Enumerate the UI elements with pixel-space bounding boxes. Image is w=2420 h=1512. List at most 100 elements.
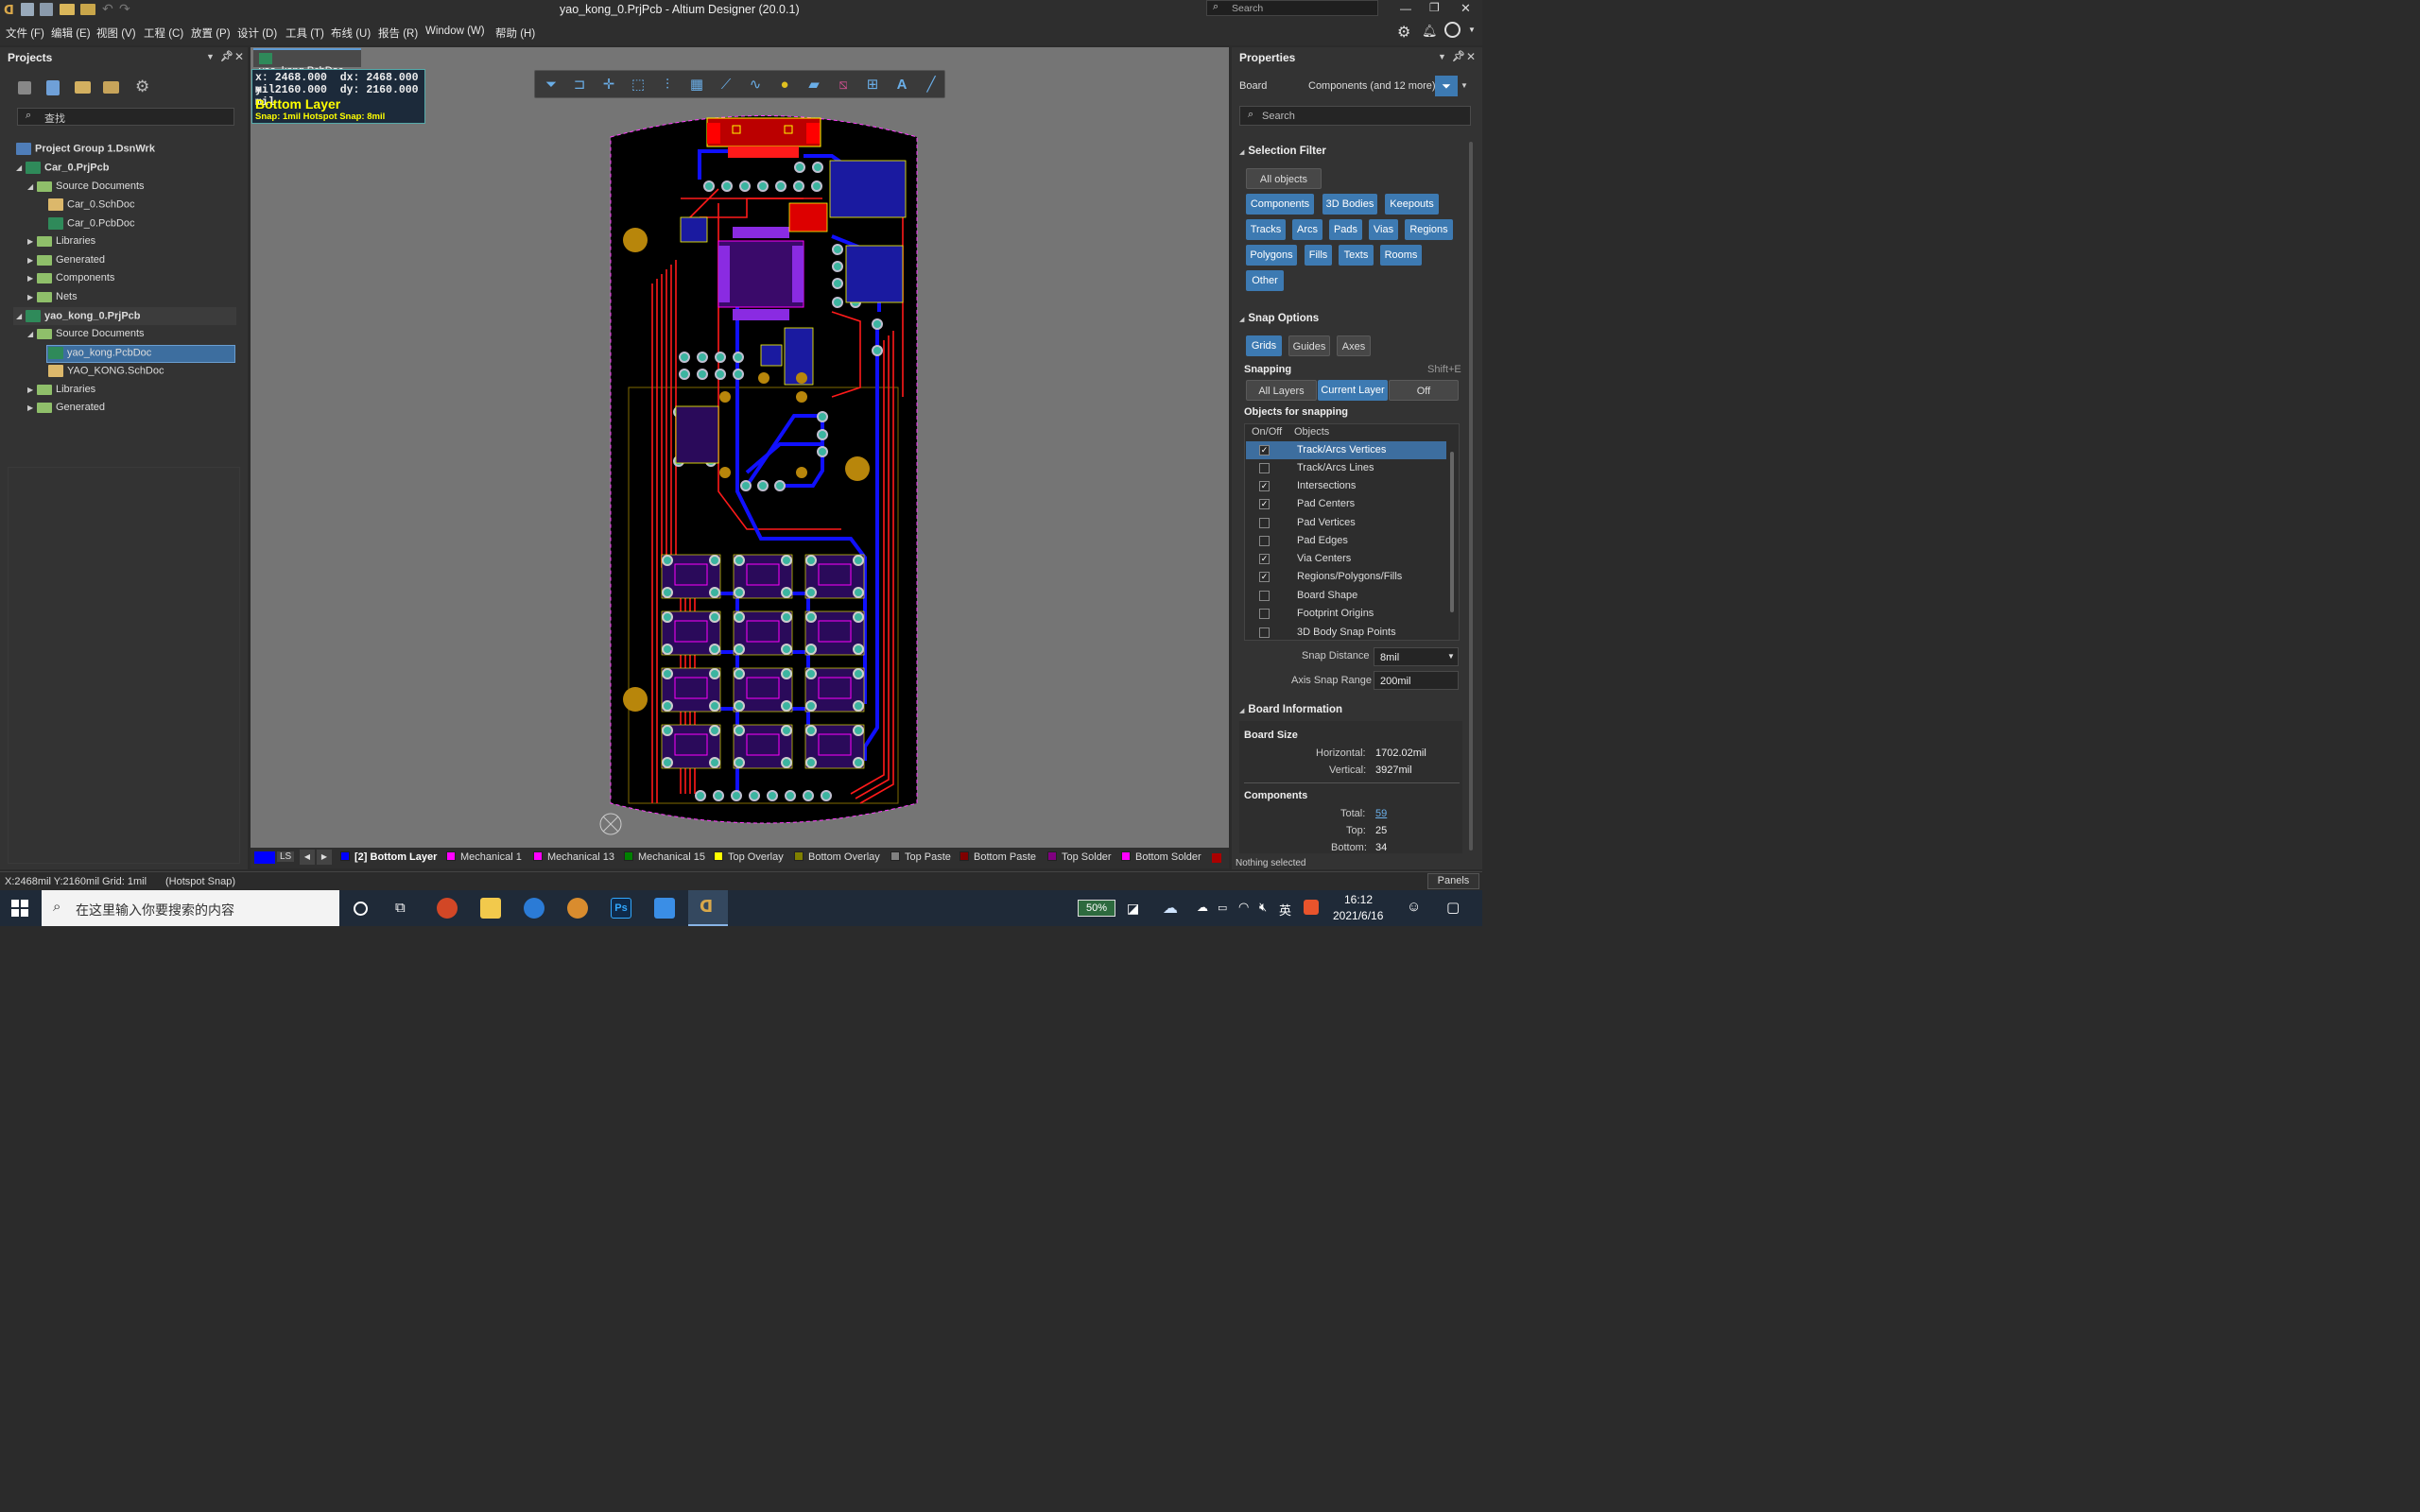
menu-file[interactable]: 文件 (F) bbox=[6, 26, 44, 41]
snap-row[interactable]: ✓ Regions/Polygons/Fills bbox=[1246, 568, 1446, 586]
snap-row[interactable]: ✓ Intersections bbox=[1246, 477, 1446, 495]
settings-gear-icon[interactable]: ⚙ bbox=[135, 77, 149, 96]
news-icon[interactable]: ◪ bbox=[1127, 901, 1139, 917]
pin-icon[interactable]: 📌︎ bbox=[220, 50, 233, 62]
snap-row[interactable]: Board Shape bbox=[1246, 587, 1446, 605]
keepout-icon[interactable]: ⧅ bbox=[835, 77, 852, 94]
selection-filter-heading[interactable]: ◢ Selection Filter bbox=[1239, 146, 1326, 157]
snap-magnet-icon[interactable]: ⊐ bbox=[571, 77, 588, 94]
expand-arrow-icon[interactable]: ▶ bbox=[27, 274, 37, 283]
tree-item-components[interactable]: ▶ Components bbox=[27, 272, 114, 284]
onedrive-icon[interactable]: ☁ bbox=[1163, 899, 1178, 918]
menu-help[interactable]: 帮助 (H) bbox=[495, 26, 535, 41]
bell-icon[interactable]: 🔔︎ bbox=[1422, 24, 1438, 39]
polygon-icon[interactable]: ▰ bbox=[805, 77, 822, 94]
snap-distance-select[interactable]: 8mil ▼ bbox=[1374, 647, 1459, 666]
ime-indicator[interactable]: 英 bbox=[1279, 901, 1291, 919]
menu-view[interactable]: 视图 (V) bbox=[96, 26, 136, 41]
photoshop-icon[interactable]: Ps bbox=[611, 898, 631, 919]
open-icon[interactable] bbox=[60, 4, 75, 15]
layer-tab-top-solder[interactable]: Top Solder bbox=[1047, 851, 1112, 863]
line-icon[interactable]: ╱ bbox=[923, 77, 940, 94]
tree-item-car-pcbdoc[interactable]: Car_0.PcbDoc bbox=[48, 217, 135, 230]
collapse-arrow-icon[interactable]: ◢ bbox=[27, 182, 37, 191]
menu-edit[interactable]: 编辑 (E) bbox=[51, 26, 91, 41]
snap-row[interactable]: ✓ Via Centers bbox=[1246, 550, 1446, 568]
tree-item-generated[interactable]: ▶ Generated bbox=[27, 254, 105, 266]
save-icon[interactable] bbox=[21, 3, 34, 16]
tree-item-yaokong-pcbdoc[interactable]: yao_kong.PcbDoc bbox=[48, 347, 151, 359]
menu-project[interactable]: 工程 (C) bbox=[144, 26, 183, 41]
menu-window[interactable]: Window (W) bbox=[425, 26, 485, 37]
layer-tab-mechanical-15[interactable]: Mechanical 15 bbox=[624, 851, 705, 863]
snap-row-checkbox[interactable] bbox=[1259, 609, 1270, 619]
filter-tracks-button[interactable]: Tracks bbox=[1246, 219, 1286, 240]
properties-search[interactable]: ⌕ Search bbox=[1239, 106, 1471, 126]
current-layer-swatch[interactable] bbox=[254, 851, 275, 864]
collapse-arrow-icon[interactable]: ◢ bbox=[16, 163, 26, 172]
select-rect-icon[interactable]: ⬚ bbox=[630, 77, 647, 94]
filter-fills-button[interactable]: Fills bbox=[1305, 245, 1332, 266]
document-tab[interactable]: yao_kong.PcbDoc bbox=[253, 48, 361, 77]
filter-components-button[interactable]: Components bbox=[1246, 194, 1314, 215]
snap-row-checkbox[interactable]: ✓ bbox=[1259, 481, 1270, 491]
layer-prev-button[interactable]: ◀ bbox=[300, 850, 315, 865]
global-search[interactable]: ⌕ Search bbox=[1206, 0, 1378, 16]
tree-item-yaokong-project[interactable]: ◢ yao_kong_0.PrjPcb bbox=[16, 310, 141, 322]
snap-row[interactable]: Pad Vertices bbox=[1246, 514, 1446, 532]
pin-icon[interactable]: 📌︎ bbox=[1452, 50, 1465, 62]
tree-item-generated-2[interactable]: ▶ Generated bbox=[27, 402, 105, 413]
feedback-icon[interactable]: ☺ bbox=[1407, 899, 1421, 915]
battery-tray-icon[interactable]: ▭ bbox=[1218, 902, 1227, 914]
filter-vias-button[interactable]: Vias bbox=[1369, 219, 1398, 240]
sogou-icon[interactable] bbox=[1304, 900, 1319, 915]
snap-row-checkbox[interactable] bbox=[1259, 463, 1270, 473]
tree-item-libraries[interactable]: ▶ Libraries bbox=[27, 235, 95, 247]
total-value-link[interactable]: 59 bbox=[1375, 808, 1387, 819]
expand-arrow-icon[interactable]: ▶ bbox=[27, 404, 37, 412]
filter-other-button[interactable]: Other bbox=[1246, 270, 1284, 291]
browser-icon[interactable] bbox=[524, 898, 544, 919]
tree-item-car-project[interactable]: ◢ Car_0.PrjPcb bbox=[16, 162, 109, 174]
place-component-icon[interactable]: ▦ bbox=[688, 77, 705, 94]
snap-row-checkbox[interactable] bbox=[1259, 627, 1270, 638]
menu-design[interactable]: 设计 (D) bbox=[237, 26, 277, 41]
panel-close-icon[interactable]: ✕ bbox=[234, 50, 244, 63]
snap-current-layer-button[interactable]: Current Layer bbox=[1318, 380, 1388, 401]
tree-item-libraries-2[interactable]: ▶ Libraries bbox=[27, 384, 95, 395]
filter-pads-button[interactable]: Pads bbox=[1329, 219, 1362, 240]
layer-tab-bottom-solder[interactable]: Bottom Solder bbox=[1121, 851, 1201, 863]
layer-set-button[interactable]: LS bbox=[277, 851, 295, 862]
diff-pair-icon[interactable]: ∿ bbox=[747, 77, 764, 94]
pcb-canvas[interactable] bbox=[251, 47, 1229, 848]
properties-components-label[interactable]: Components (and 12 more) bbox=[1308, 80, 1436, 92]
route-icon[interactable]: ⟋ bbox=[717, 77, 735, 94]
menu-route[interactable]: 布线 (U) bbox=[331, 26, 371, 41]
open-project-icon[interactable] bbox=[80, 4, 95, 15]
cloud-icon[interactable]: ☁ bbox=[1197, 901, 1208, 914]
collapse-arrow-icon[interactable]: ◢ bbox=[27, 330, 37, 338]
save-project-icon[interactable] bbox=[18, 81, 31, 94]
close-icon[interactable]: ✕ bbox=[1461, 1, 1471, 16]
layer-tab-mechanical-13[interactable]: Mechanical 13 bbox=[533, 851, 614, 863]
snap-row-checkbox[interactable] bbox=[1259, 518, 1270, 528]
dimension-icon[interactable]: ⊞ bbox=[864, 77, 881, 94]
projects-search[interactable]: ⌕ 查找 bbox=[17, 108, 234, 126]
phone-app-icon[interactable] bbox=[654, 898, 675, 919]
minimize-icon[interactable]: — bbox=[1400, 2, 1411, 15]
restore-icon[interactable]: ❐ bbox=[1429, 1, 1440, 14]
board-information-heading[interactable]: ◢ Board Information bbox=[1239, 704, 1342, 715]
snap-grids-button[interactable]: Grids bbox=[1246, 335, 1282, 356]
tree-item-yaokong-schdoc[interactable]: YAO_KONG.SchDoc bbox=[48, 365, 164, 377]
filter-3d-bodies-button[interactable]: 3D Bodies bbox=[1322, 194, 1377, 215]
taskbar-search[interactable]: ⌕ 在这里输入你要搜索的内容 bbox=[42, 890, 339, 926]
layer-next-button[interactable]: ▶ bbox=[317, 850, 332, 865]
panel-menu-icon[interactable]: ▼ bbox=[1438, 52, 1446, 61]
pcb-editor[interactable] bbox=[251, 47, 1229, 868]
gear-icon[interactable]: ⚙ bbox=[1397, 23, 1410, 42]
layer-tab-bottom-overlay[interactable]: Bottom Overlay bbox=[794, 851, 880, 863]
clock-time[interactable]: 16:12 bbox=[1344, 893, 1373, 906]
move-icon[interactable]: ✛ bbox=[600, 77, 617, 94]
layer-tab-top-paste[interactable]: Top Paste bbox=[890, 851, 951, 863]
panels-button[interactable]: Panels bbox=[1427, 873, 1479, 889]
